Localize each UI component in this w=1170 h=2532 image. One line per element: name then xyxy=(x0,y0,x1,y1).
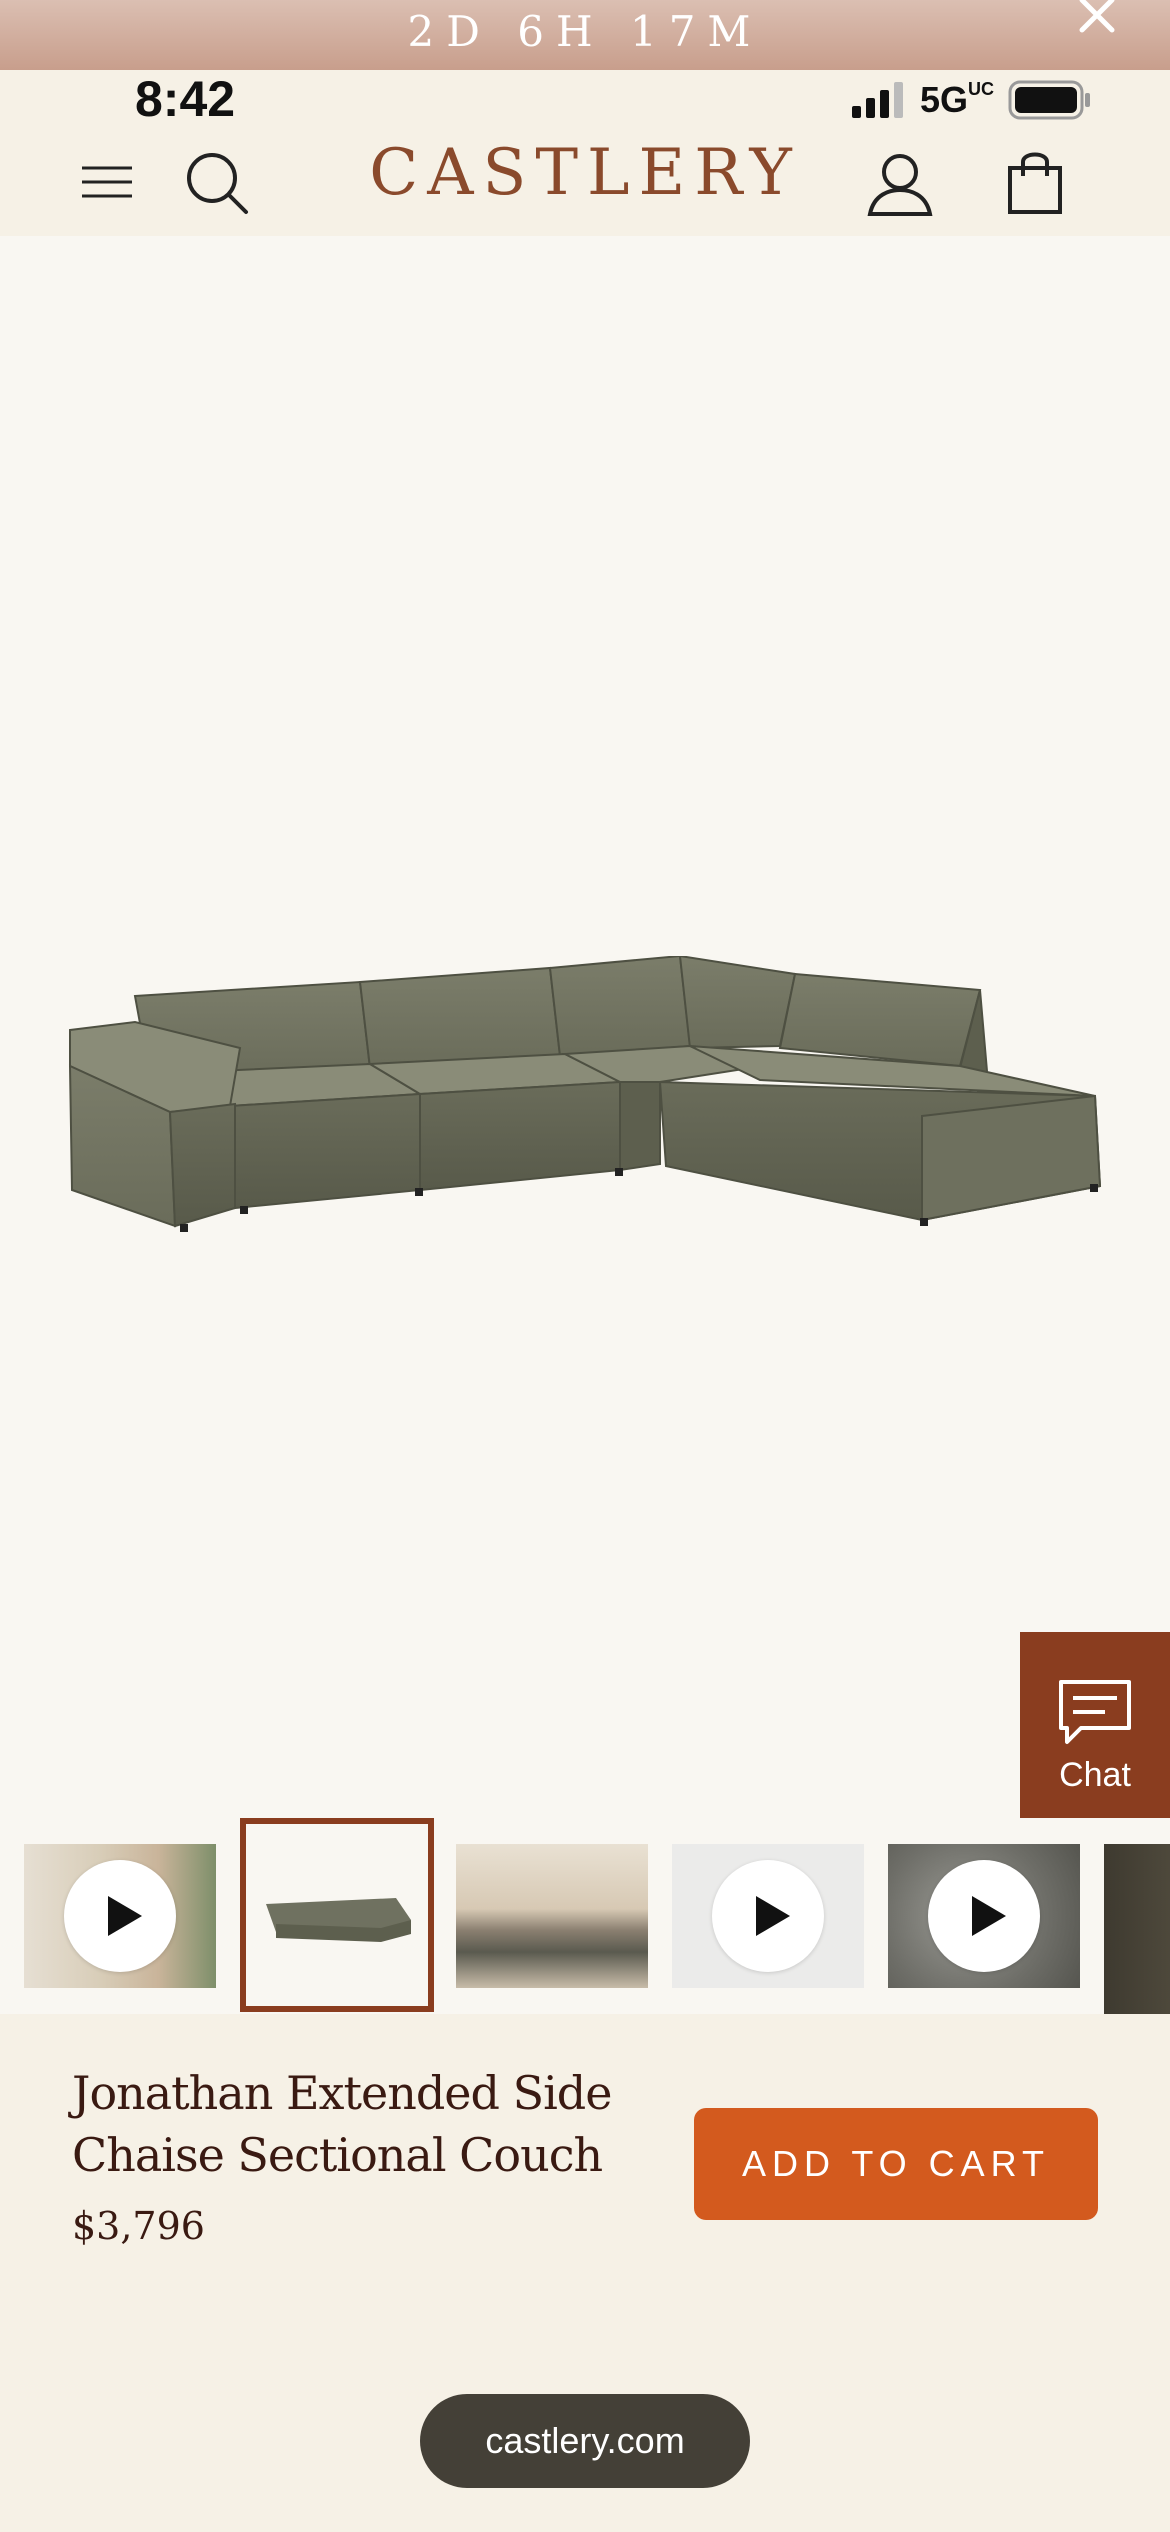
brand-logo[interactable]: CASTLERY xyxy=(0,130,1170,236)
battery-icon xyxy=(1008,80,1090,120)
product-image-main[interactable] xyxy=(0,236,1170,1816)
thumbnail-image-selected[interactable] xyxy=(240,1818,434,2012)
add-to-cart-button[interactable]: ADD TO CART xyxy=(694,2108,1098,2220)
chat-button[interactable]: Chat xyxy=(1020,1632,1170,1840)
product-summary-bar: Jonathan Extended Side Chaise Sectional … xyxy=(0,2014,1170,2532)
play-icon xyxy=(928,1860,1040,1972)
product-price: $3,796 xyxy=(72,2204,205,2248)
status-bar: 8:42 5GUC xyxy=(0,70,1170,130)
site-header: CASTLERY xyxy=(0,130,1170,236)
promo-banner[interactable]: 2D 6H 17M xyxy=(0,0,1170,70)
signal-icon xyxy=(851,82,903,118)
promo-countdown: 2D 6H 17M xyxy=(407,6,763,56)
thumbnail-video-3[interactable] xyxy=(888,1844,1080,1988)
thumbnail-video-2[interactable] xyxy=(672,1844,864,1988)
chat-icon xyxy=(1059,1679,1131,1744)
product-title: Jonathan Extended Side Chaise Sectional … xyxy=(72,2066,612,2182)
status-icons: 5GUC xyxy=(850,70,1092,130)
account-icon[interactable] xyxy=(866,150,934,218)
sofa-thumbnail-image xyxy=(246,1824,428,2006)
thumbnail-video-1[interactable] xyxy=(24,1844,216,1988)
close-icon[interactable] xyxy=(1072,0,1122,44)
sofa-image xyxy=(68,956,1102,1232)
play-icon xyxy=(712,1860,824,1972)
thumbnail-strip[interactable] xyxy=(0,1818,1170,2014)
chat-label: Chat xyxy=(1059,1755,1131,1794)
browser-url-pill[interactable]: castlery.com xyxy=(420,2394,750,2488)
cart-icon[interactable] xyxy=(1006,148,1064,216)
play-icon xyxy=(64,1860,176,1972)
thumbnail-image-detail[interactable] xyxy=(1104,1844,1170,2014)
network-label: 5GUC xyxy=(919,79,994,120)
status-time: 8:42 xyxy=(135,71,236,127)
thumbnail-image-lifestyle[interactable] xyxy=(456,1844,648,1988)
